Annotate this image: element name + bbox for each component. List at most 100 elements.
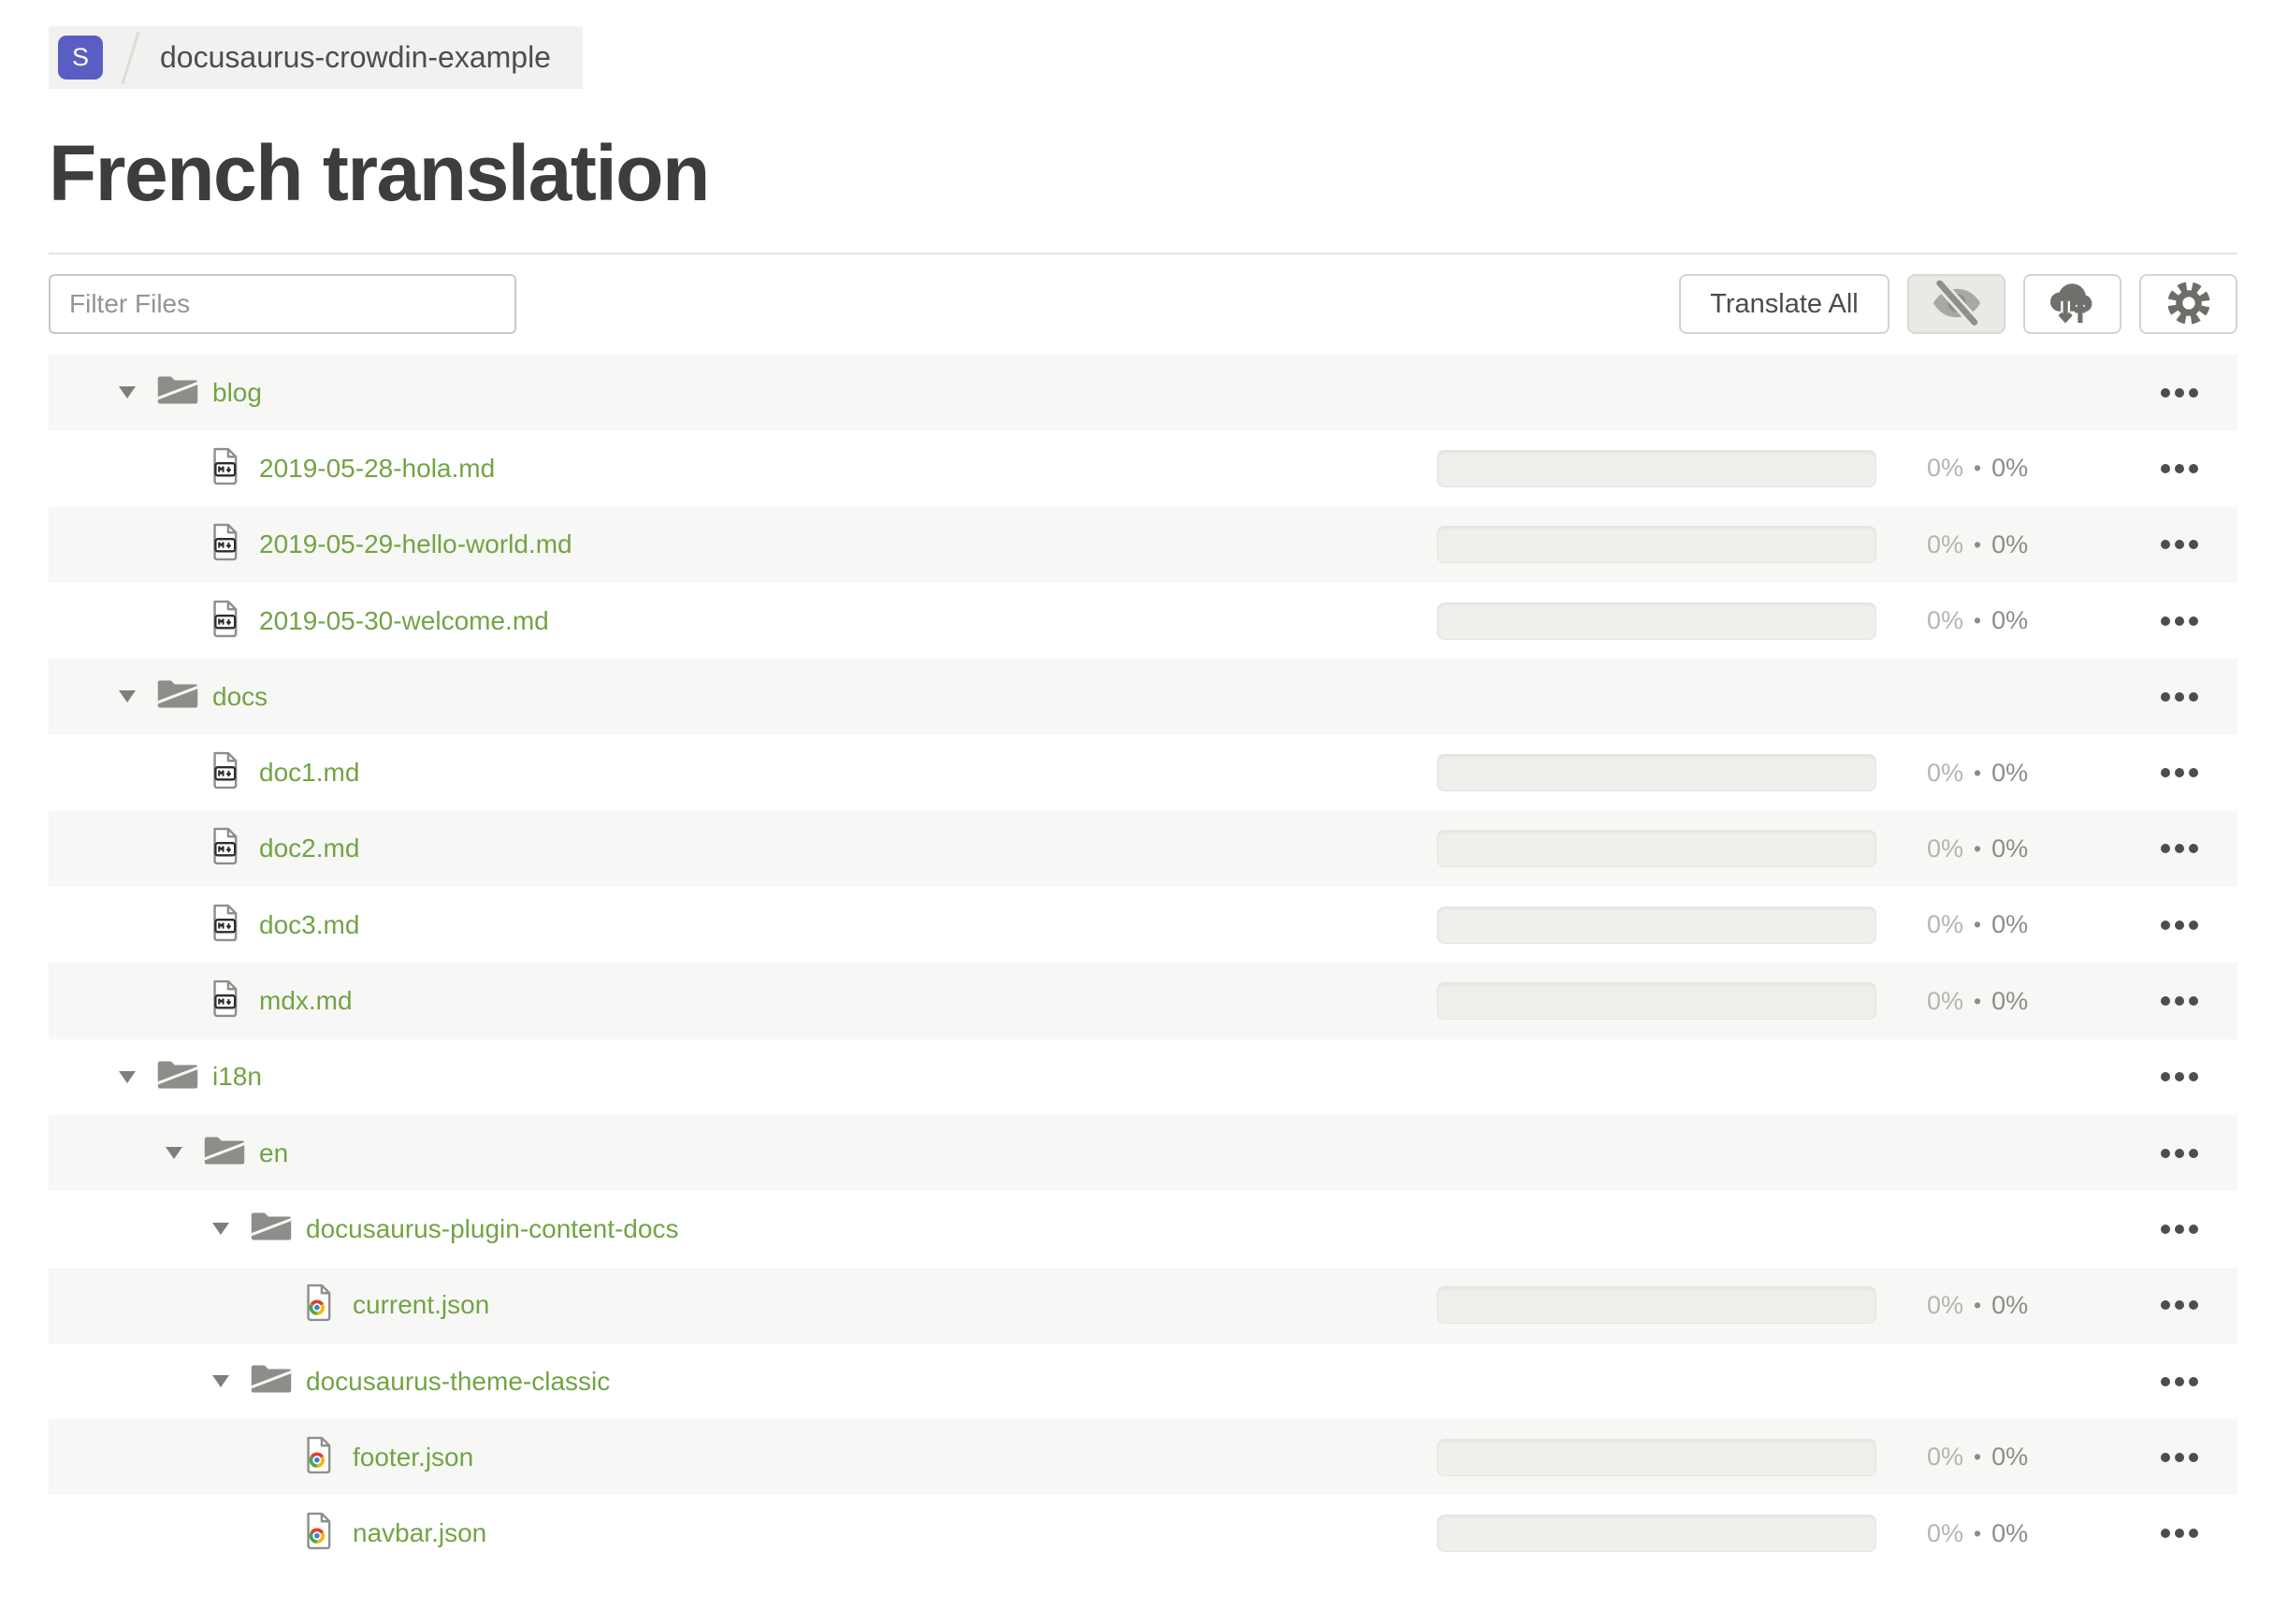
row-more-menu-button[interactable] xyxy=(2161,911,2198,939)
title-divider xyxy=(49,253,2237,254)
node-name-link[interactable]: footer.json xyxy=(353,1443,473,1472)
row-more-menu-button[interactable] xyxy=(2161,1139,2198,1167)
node-name-link[interactable]: navbar.json xyxy=(353,1518,486,1548)
node-name-link[interactable]: 2019-05-29-hello-world.md xyxy=(259,529,572,559)
translated-percent: 0% xyxy=(1927,834,1964,863)
folder-row-docs[interactable]: docs xyxy=(49,659,2237,735)
folder-row-docusaurus-theme-classic[interactable]: docusaurus-theme-classic xyxy=(49,1342,2237,1420)
collapse-caret-icon[interactable] xyxy=(119,1070,136,1083)
file-row-2019-05-29-hello-world.md[interactable]: 2019-05-29-hello-world.md 0% • 0% xyxy=(49,506,2237,583)
node-name-link[interactable]: 2019-05-30-welcome.md xyxy=(259,606,549,636)
file-row-doc2.md[interactable]: doc2.md 0% • 0% xyxy=(49,810,2237,888)
breadcrumb-project-link[interactable]: docusaurus-crowdin-example xyxy=(160,40,551,75)
file-row-2019-05-28-hola.md[interactable]: 2019-05-28-hola.md 0% • 0% xyxy=(49,430,2237,507)
translate-all-button[interactable]: Translate All xyxy=(1679,274,1889,334)
tree-row-main: doc3.md xyxy=(49,904,1437,947)
row-more-menu-button[interactable] xyxy=(2161,1443,2198,1472)
node-name-link[interactable]: docusaurus-plugin-content-docs xyxy=(306,1214,678,1244)
progress-percentages: 0% • 0% xyxy=(1927,454,2028,483)
file-row-2019-05-30-welcome.md[interactable]: 2019-05-30-welcome.md 0% • 0% xyxy=(49,582,2237,660)
node-name-link[interactable]: docs xyxy=(212,682,268,712)
row-more-menu-button[interactable] xyxy=(2161,1519,2198,1547)
file-row-current.json[interactable]: current.json 0% • 0% xyxy=(49,1267,2237,1343)
collapse-caret-icon[interactable] xyxy=(166,1147,182,1160)
percent-separator: • xyxy=(1974,456,1982,481)
project-avatar-badge[interactable]: S xyxy=(58,36,103,80)
progress-percentages: 0% • 0% xyxy=(1927,1291,2028,1320)
collapse-caret-icon[interactable] xyxy=(119,386,136,399)
tree-row-main: navbar.json xyxy=(49,1512,1437,1555)
download-upload-button[interactable] xyxy=(2023,274,2121,334)
tree-row-main: mdx.md xyxy=(49,979,1437,1022)
row-more-menu-button[interactable] xyxy=(2161,379,2198,407)
tree-row-main: 2019-05-30-welcome.md xyxy=(49,600,1437,643)
approved-percent: 0% xyxy=(1991,910,2029,939)
markdown-file-icon xyxy=(210,600,240,643)
cloud-download-upload-icon xyxy=(2043,276,2103,333)
tree-row-meta: 0% • 0% xyxy=(1437,982,2237,1021)
folder-row-en[interactable]: en xyxy=(49,1114,2237,1192)
markdown-file-icon xyxy=(210,904,240,947)
percent-separator: • xyxy=(1974,988,1982,1013)
row-more-menu-button[interactable] xyxy=(2161,1368,2198,1396)
folder-row-blog[interactable]: blog xyxy=(49,355,2237,431)
approved-percent: 0% xyxy=(1991,1518,2029,1547)
approved-percent: 0% xyxy=(1991,986,2029,1015)
node-name-link[interactable]: doc3.md xyxy=(259,910,359,940)
translation-progress-bar xyxy=(1437,830,1876,868)
row-more-menu-button[interactable] xyxy=(2161,1215,2198,1243)
percent-separator: • xyxy=(1974,760,1982,785)
tree-row-main: doc1.md xyxy=(49,751,1437,794)
file-row-doc3.md[interactable]: doc3.md 0% • 0% xyxy=(49,887,2237,964)
breadcrumb: S docusaurus-crowdin-example xyxy=(49,26,583,89)
node-name-link[interactable]: mdx.md xyxy=(259,986,353,1016)
node-name-link[interactable]: i18n xyxy=(212,1062,262,1092)
row-more-menu-button[interactable] xyxy=(2161,759,2198,787)
file-row-footer.json[interactable]: footer.json 0% • 0% xyxy=(49,1419,2237,1496)
file-row-doc1.md[interactable]: doc1.md 0% • 0% xyxy=(49,734,2237,811)
row-more-menu-button[interactable] xyxy=(2161,987,2198,1015)
translation-progress-bar xyxy=(1437,449,1876,487)
node-name-link[interactable]: blog xyxy=(212,378,262,408)
approved-percent: 0% xyxy=(1991,606,2029,635)
tree-row-main: en xyxy=(49,1134,1437,1172)
file-row-mdx.md[interactable]: mdx.md 0% • 0% xyxy=(49,963,2237,1039)
translated-percent: 0% xyxy=(1927,454,1964,483)
row-more-menu-button[interactable] xyxy=(2161,834,2198,863)
folder-row-docusaurus-plugin-content-docs[interactable]: docusaurus-plugin-content-docs xyxy=(49,1191,2237,1268)
percent-separator: • xyxy=(1974,1292,1982,1317)
progress-percentages: 0% • 0% xyxy=(1927,834,2028,863)
filter-files-input[interactable] xyxy=(49,274,516,334)
breadcrumb-slash-divider xyxy=(121,31,140,84)
row-more-menu-button[interactable] xyxy=(2161,1291,2198,1319)
folder-icon xyxy=(156,373,199,412)
collapse-caret-icon[interactable] xyxy=(119,690,136,703)
toggle-hidden-files-button[interactable] xyxy=(1907,274,2005,334)
row-more-menu-button[interactable] xyxy=(2161,455,2198,483)
folder-icon xyxy=(250,1210,293,1248)
node-name-link[interactable]: 2019-05-28-hola.md xyxy=(259,454,495,484)
collapse-caret-icon[interactable] xyxy=(212,1223,229,1236)
node-name-link[interactable]: en xyxy=(259,1138,288,1168)
translated-percent: 0% xyxy=(1927,1443,1964,1472)
progress-percentages: 0% • 0% xyxy=(1927,606,2028,635)
collapse-caret-icon[interactable] xyxy=(212,1375,229,1387)
node-name-link[interactable]: doc1.md xyxy=(259,758,359,788)
markdown-file-icon xyxy=(210,447,240,490)
folder-row-i18n[interactable]: i18n xyxy=(49,1038,2237,1115)
node-name-link[interactable]: current.json xyxy=(353,1290,489,1320)
row-more-menu-button[interactable] xyxy=(2161,683,2198,711)
translation-progress-bar xyxy=(1437,906,1876,944)
node-name-link[interactable]: docusaurus-theme-classic xyxy=(306,1367,610,1397)
json-file-icon xyxy=(303,1283,334,1327)
node-name-link[interactable]: doc2.md xyxy=(259,834,359,863)
settings-button[interactable] xyxy=(2139,274,2237,334)
translation-progress-bar xyxy=(1437,1515,1876,1553)
row-more-menu-button[interactable] xyxy=(2161,1063,2198,1091)
tree-row-meta: 0% • 0% xyxy=(1437,449,2237,487)
folder-icon xyxy=(156,677,199,716)
file-row-navbar.json[interactable]: navbar.json 0% • 0% xyxy=(49,1495,2237,1572)
row-more-menu-button[interactable] xyxy=(2161,607,2198,635)
row-more-menu-button[interactable] xyxy=(2161,530,2198,558)
tree-row-meta: 0% • 0% xyxy=(1437,526,2237,564)
